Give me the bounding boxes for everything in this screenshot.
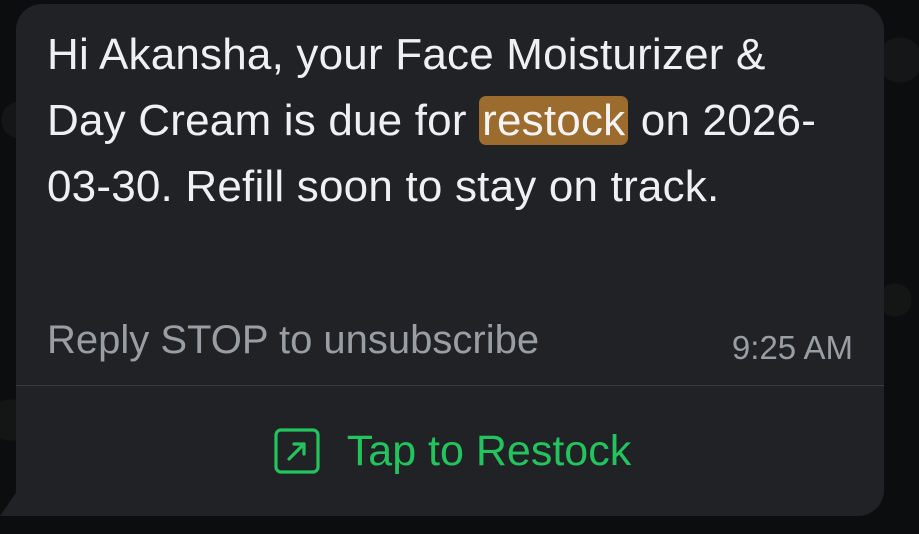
- message-timestamp: 9:25 AM: [731, 329, 853, 366]
- message-bubble[interactable]: Hi Akansha, your Face Moisturizer & Day …: [16, 4, 884, 516]
- external-link-icon: [273, 427, 321, 475]
- restock-action-content: Tap to Restock: [273, 423, 631, 479]
- unsubscribe-notice: Reply STOP to unsubscribe: [47, 318, 540, 362]
- restock-action-button[interactable]: Tap to Restock: [16, 386, 884, 516]
- restock-action-label: Tap to Restock: [346, 427, 632, 475]
- message-footer: Reply STOP to unsubscribe 9:25 AM: [47, 312, 857, 372]
- highlighted-word: restock: [479, 96, 629, 145]
- message-body: Hi Akansha, your Face Moisturizer & Day …: [47, 22, 847, 220]
